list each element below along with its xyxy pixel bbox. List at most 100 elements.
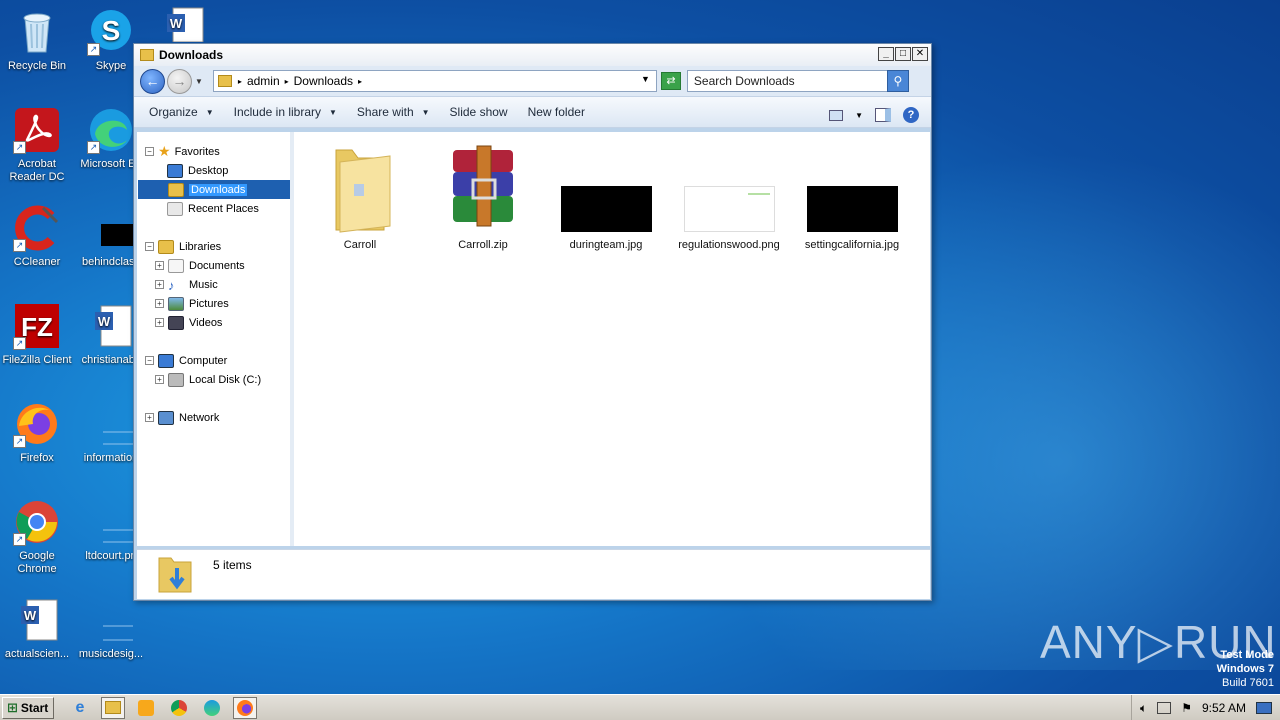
nav-pictures[interactable]: + Pictures: [137, 294, 290, 313]
new-folder-button[interactable]: New folder: [528, 105, 585, 119]
view-dropdown-icon[interactable]: ▼: [855, 111, 863, 120]
nav-documents-label: Documents: [189, 259, 245, 272]
flag-icon[interactable]: ⚑: [1181, 701, 1192, 715]
file-name: Carroll.zip: [458, 239, 508, 251]
svg-text:W: W: [170, 16, 183, 31]
chevron-right-icon[interactable]: ▸: [238, 77, 242, 86]
network-icon: [158, 410, 174, 425]
expand-icon[interactable]: +: [155, 375, 164, 384]
file-name: duringteam.jpg: [569, 239, 643, 251]
share-with-menu[interactable]: Share with ▼: [357, 105, 430, 119]
back-button[interactable]: ←: [140, 68, 165, 94]
refresh-button[interactable]: ⇄: [660, 72, 681, 90]
start-button[interactable]: ⊞ Start: [2, 696, 54, 719]
downloads-folder-icon: [168, 182, 184, 197]
breadcrumb-downloads[interactable]: Downloads: [294, 74, 353, 88]
recent-pages-dropdown-icon[interactable]: ▼: [195, 77, 203, 86]
nav-favorites[interactable]: − ★ Favorites: [137, 142, 290, 161]
clock[interactable]: 9:52 AM: [1202, 701, 1246, 715]
slide-show-button[interactable]: Slide show: [450, 105, 508, 119]
nav-local-disk[interactable]: + Local Disk (C:): [137, 370, 290, 389]
network-tray-icon[interactable]: [1157, 702, 1172, 714]
collapse-icon[interactable]: −: [145, 356, 154, 365]
nav-desktop[interactable]: Desktop: [137, 161, 290, 180]
nav-network[interactable]: + Network: [137, 408, 290, 427]
preview-pane-icon[interactable]: [875, 108, 891, 122]
filezilla-desktop-icon[interactable]: FZ ↗ FileZilla Client: [0, 302, 74, 367]
blank-file-icon: [87, 400, 135, 448]
change-view-icon[interactable]: [829, 109, 844, 121]
organize-menu[interactable]: Organize ▼: [149, 105, 214, 119]
nav-recent-places[interactable]: Recent Places: [137, 199, 290, 218]
shortcut-arrow-icon: ↗: [13, 337, 26, 350]
expand-icon[interactable]: +: [145, 413, 154, 422]
maximize-button[interactable]: □: [895, 47, 911, 61]
file-item[interactable]: duringteam.jpg: [551, 140, 661, 252]
shortcut-arrow-icon: ↗: [13, 533, 26, 546]
nav-local-disk-label: Local Disk (C:): [189, 373, 262, 386]
speaker-icon[interactable]: 🔈︎: [1140, 701, 1147, 716]
windows-logo-icon: ⊞: [7, 699, 18, 715]
chrome-desktop-icon[interactable]: ↗ Google Chrome: [0, 498, 74, 576]
firefox-desktop-icon[interactable]: ↗ Firefox: [0, 400, 74, 465]
search-button[interactable]: ⚲: [886, 70, 909, 92]
collapse-icon[interactable]: −: [145, 242, 154, 251]
desktop-icon-label: FileZilla Client: [2, 354, 72, 366]
navigation-pane[interactable]: − ★ Favorites Desktop Downloads Recent P…: [137, 132, 294, 546]
show-desktop-icon[interactable]: [1256, 702, 1272, 714]
nav-network-label: Network: [179, 411, 220, 424]
taskbar-firefox[interactable]: [233, 696, 257, 719]
nav-music-label: Music: [189, 278, 218, 291]
include-in-library-label: Include in library: [233, 105, 321, 119]
include-in-library-menu[interactable]: Include in library ▼: [234, 105, 337, 119]
expand-icon[interactable]: +: [155, 318, 164, 327]
taskbar-media-player[interactable]: [134, 697, 158, 719]
window-titlebar[interactable]: Downloads _ □ ✕: [134, 44, 931, 66]
chevron-right-icon[interactable]: ▸: [285, 77, 289, 86]
nav-videos[interactable]: + Videos: [137, 313, 290, 332]
taskbar-explorer[interactable]: [101, 696, 125, 719]
taskbar: ⊞ Start e 🔈︎ ⚑ 9:52 AM: [0, 694, 1280, 720]
recent-places-icon: [167, 201, 183, 216]
close-button[interactable]: ✕: [912, 47, 928, 61]
acrobat-desktop-icon[interactable]: ↗ Acrobat Reader DC: [0, 106, 74, 184]
file-item[interactable]: Carroll: [305, 140, 415, 252]
recycle-bin-desktop-icon[interactable]: Recycle Bin: [0, 8, 74, 73]
file-list[interactable]: Carroll Carroll.zip duringteam.jpg regul…: [294, 132, 930, 546]
svg-text:W: W: [98, 314, 111, 329]
forward-button[interactable]: →: [167, 68, 192, 94]
musicdesig-desktop-icon[interactable]: musicdesig...: [74, 596, 148, 661]
ccleaner-desktop-icon[interactable]: ↗ CCleaner: [0, 204, 74, 269]
nav-documents[interactable]: + Documents: [137, 256, 290, 275]
nav-pictures-label: Pictures: [189, 297, 229, 310]
expand-icon[interactable]: +: [155, 261, 164, 270]
desktop-icon-label: Skype: [95, 60, 127, 72]
file-item[interactable]: Carroll.zip: [428, 140, 538, 252]
expand-icon[interactable]: +: [155, 280, 164, 289]
blank-file-icon: [87, 596, 135, 644]
file-name: settingcalifornia.jpg: [804, 239, 900, 251]
view-controls: ▼ ?: [829, 107, 919, 123]
nav-downloads[interactable]: Downloads: [138, 180, 290, 199]
help-icon[interactable]: ?: [903, 107, 919, 123]
collapse-icon[interactable]: −: [145, 147, 154, 156]
computer-icon: [158, 353, 174, 368]
address-bar[interactable]: ▸ admin ▸ Downloads ▸ ▼: [212, 70, 657, 92]
taskbar-edge[interactable]: [200, 697, 224, 719]
chevron-right-icon[interactable]: ▸: [358, 77, 362, 86]
taskbar-ie[interactable]: e: [68, 697, 92, 719]
file-item[interactable]: settingcalifornia.jpg: [797, 140, 907, 252]
explorer-window[interactable]: Downloads _ □ ✕ ← → ▼ ▸ admin ▸ Download…: [133, 43, 932, 601]
nav-libraries[interactable]: − Libraries: [137, 237, 290, 256]
file-item[interactable]: regulationswood.png: [674, 140, 784, 252]
expand-icon[interactable]: +: [155, 299, 164, 308]
start-label: Start: [20, 700, 49, 715]
breadcrumb-admin[interactable]: admin: [247, 74, 280, 88]
nav-computer[interactable]: − Computer: [137, 351, 290, 370]
address-dropdown-icon[interactable]: ▼: [641, 74, 650, 84]
minimize-button[interactable]: _: [878, 47, 894, 61]
actualscien-desktop-icon[interactable]: W actualscien...: [0, 596, 74, 661]
search-input[interactable]: Search Downloads ⚲: [686, 70, 909, 92]
taskbar-chrome[interactable]: [167, 697, 191, 719]
nav-music[interactable]: + ♪ Music: [137, 275, 290, 294]
